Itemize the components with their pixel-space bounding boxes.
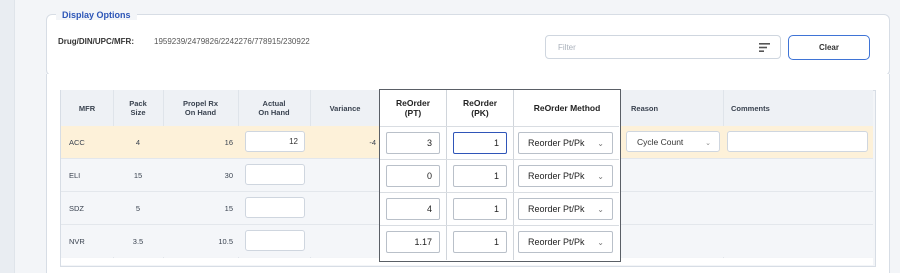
page: Display Options Drug/DIN/UPC/MFR: 195923…	[0, 0, 900, 273]
col-header-actual-on-hand-label: Actual On Hand	[258, 99, 290, 117]
reorder-pt-input[interactable]: 3	[386, 132, 440, 154]
row-divider	[380, 126, 619, 127]
col-header-reorder-pt-label: ReOrder (PT)	[395, 98, 430, 118]
reason-select-value: Cycle Count	[637, 136, 684, 147]
cell-mfr: ELI	[69, 170, 81, 180]
reorder-method-select[interactable]: Reorder Pt/Pk ⌄	[518, 231, 613, 253]
column-divider	[446, 90, 447, 260]
cell-variance: -4	[369, 137, 376, 147]
reorder-edit-overlay: ReOrder (PT) ReOrder (PK) ReOrder Method…	[379, 89, 621, 262]
col-header-reorder-method-label: ReOrder Method	[533, 103, 601, 113]
reorder-pk-input[interactable]: 1	[453, 165, 507, 187]
actual-on-hand-input[interactable]	[245, 197, 305, 218]
col-header-variance[interactable]: Variance	[310, 90, 380, 126]
col-header-reason[interactable]: Reason	[623, 90, 723, 126]
col-header-comments[interactable]: Comments	[723, 90, 873, 126]
cell-propel-on-hand: 16	[224, 137, 233, 147]
drug-id-label: Drug/DIN/UPC/MFR:	[58, 37, 134, 46]
chevron-down-icon: ⌄	[597, 238, 604, 247]
col-header-reorder-method[interactable]: ReOrder Method	[514, 90, 620, 126]
col-header-reason-label: Reason	[631, 103, 659, 113]
col-header-mfr-label: MFR	[78, 103, 96, 113]
chevron-down-icon: ⌄	[597, 139, 604, 148]
drug-id-value: 1959239/2479826/2242276/778915/230922	[154, 37, 310, 46]
chevron-down-icon: ⌄	[705, 140, 711, 147]
row-divider	[380, 225, 619, 226]
col-header-pack-size-label: Pack Size	[129, 99, 147, 117]
reorder-method-value: Reorder Pt/Pk	[528, 171, 585, 181]
left-sidebar	[0, 0, 14, 273]
display-options-legend: Display Options	[56, 10, 137, 20]
filter-lines-icon[interactable]	[759, 42, 770, 53]
col-header-propel-on-hand[interactable]: Propel Rx On Hand	[163, 90, 238, 126]
reorder-method-select[interactable]: Reorder Pt/Pk ⌄	[518, 165, 613, 187]
reorder-pk-input[interactable]: 1	[453, 198, 507, 220]
col-header-reorder-pt[interactable]: ReOrder (PT)	[380, 90, 446, 126]
chevron-down-icon: ⌄	[597, 205, 604, 214]
reorder-pk-input-focused[interactable]: 1	[453, 132, 507, 154]
cell-pack-size: 3.5	[132, 236, 144, 246]
comments-input[interactable]	[727, 131, 868, 152]
row-divider	[380, 192, 619, 193]
col-header-propel-on-hand-label: Propel Rx On Hand	[182, 99, 218, 117]
col-header-pack-size[interactable]: Pack Size	[113, 90, 163, 126]
col-header-mfr[interactable]: MFR	[61, 90, 113, 126]
reorder-method-value: Reorder Pt/Pk	[528, 138, 585, 148]
reorder-method-select[interactable]: Reorder Pt/Pk ⌄	[518, 198, 613, 220]
col-header-reorder-pk[interactable]: ReOrder (PK)	[447, 90, 513, 126]
reorder-method-value: Reorder Pt/Pk	[528, 237, 585, 247]
cell-mfr: SDZ	[69, 203, 84, 213]
col-header-comments-label: Comments	[731, 103, 770, 113]
cell-propel-on-hand: 30	[224, 170, 233, 180]
reason-select[interactable]: Cycle Count ⌄	[626, 131, 720, 152]
cell-pack-size: 15	[133, 170, 143, 180]
divider	[14, 0, 15, 273]
cell-propel-on-hand: 15	[224, 203, 233, 213]
filter-placeholder: Filter	[558, 43, 576, 52]
cell-mfr: NVR	[69, 236, 85, 246]
cell-pack-size: 5	[135, 203, 141, 213]
actual-on-hand-input[interactable]	[245, 230, 305, 251]
col-header-reorder-pk-label: ReOrder (PK)	[462, 98, 497, 118]
reorder-method-select[interactable]: Reorder Pt/Pk ⌄	[518, 132, 613, 154]
reorder-pk-input[interactable]: 1	[453, 231, 507, 253]
col-header-variance-label: Variance	[329, 103, 361, 113]
cell-mfr: ACC	[69, 137, 85, 147]
reorder-method-value: Reorder Pt/Pk	[528, 204, 585, 214]
reorder-pt-input[interactable]: 4	[386, 198, 440, 220]
actual-on-hand-input[interactable]	[245, 164, 305, 185]
column-divider	[513, 90, 514, 260]
cell-pack-size: 4	[135, 137, 141, 147]
cell-propel-on-hand: 10.5	[218, 236, 233, 246]
col-header-actual-on-hand[interactable]: Actual On Hand	[238, 90, 310, 126]
reorder-pt-input[interactable]: 1.17	[386, 231, 440, 253]
chevron-down-icon: ⌄	[597, 172, 604, 181]
reorder-pt-input[interactable]: 0	[386, 165, 440, 187]
filter-input[interactable]: Filter	[545, 35, 781, 59]
clear-button[interactable]: Clear	[788, 35, 870, 60]
actual-on-hand-input[interactable]: 12	[245, 131, 305, 152]
row-divider	[380, 159, 619, 160]
